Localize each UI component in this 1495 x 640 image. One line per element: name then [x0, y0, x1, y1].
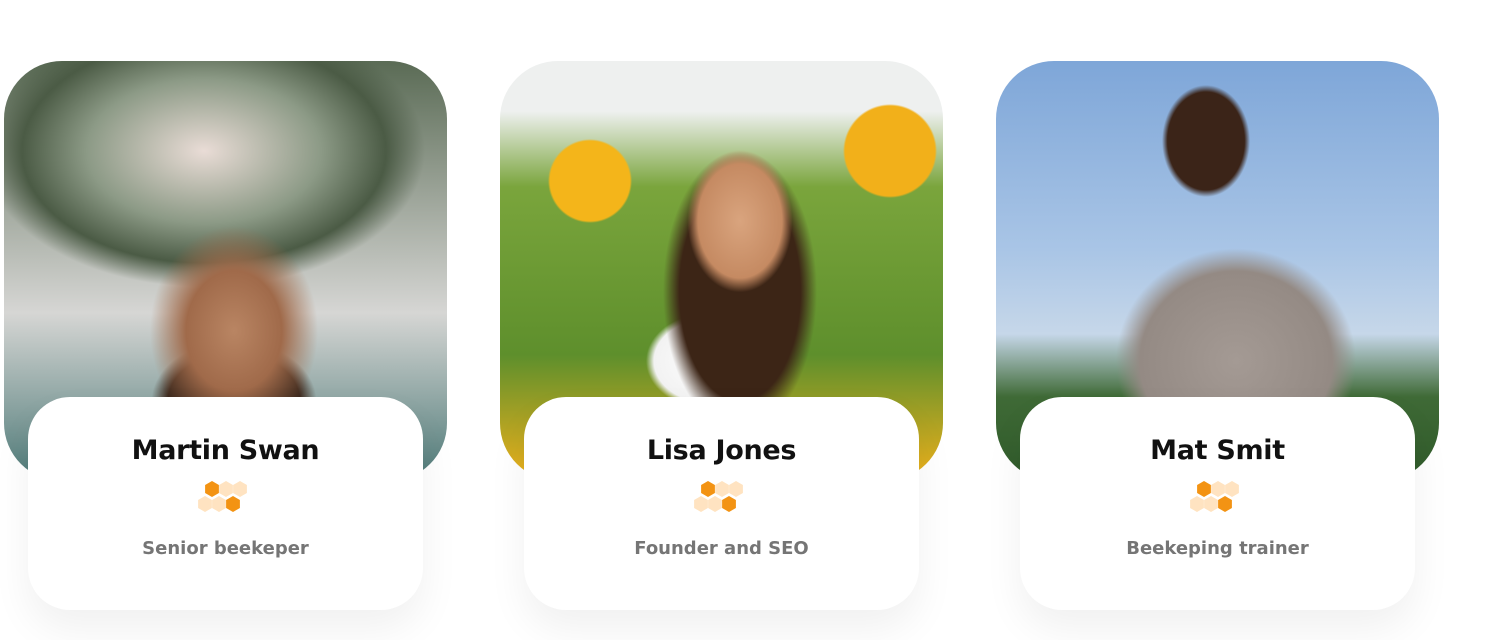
member-role: Founder and SEO	[634, 538, 809, 559]
member-name: Lisa Jones	[646, 435, 797, 466]
member-info: Mat Smit Beekeping trainer	[1020, 397, 1415, 610]
honeycomb-cell	[700, 481, 715, 497]
member-role: Beekeping trainer	[1126, 538, 1309, 559]
honeycomb-cell	[1196, 481, 1211, 497]
honeycomb-cell	[1203, 496, 1218, 512]
member-role: Senior beekeper	[142, 538, 309, 559]
honeycomb-cell	[721, 496, 736, 512]
honeycomb-cell	[693, 496, 708, 512]
honeycomb-cell	[232, 481, 247, 497]
honeycomb-cell	[714, 481, 729, 497]
honeycomb-cell	[225, 496, 240, 512]
member-name: Martin Swan	[131, 435, 320, 466]
honeycomb-cell	[707, 496, 722, 512]
honeycomb-icon	[693, 481, 743, 512]
honeycomb-cell	[1210, 481, 1225, 497]
honeycomb-cell	[728, 481, 743, 497]
member-name: Mat Smit	[1150, 435, 1285, 466]
honeycomb-icon	[197, 481, 247, 512]
member-info: Martin Swan Senior beekeper	[28, 397, 423, 610]
team-member-card: Martin Swan Senior beekeper	[4, 61, 447, 611]
honeycomb-cell	[1217, 496, 1232, 512]
member-info: Lisa Jones Founder and SEO	[524, 397, 919, 610]
honeycomb-icon	[1189, 481, 1239, 512]
honeycomb-cell	[197, 496, 212, 512]
team-member-card: Lisa Jones Founder and SEO	[500, 61, 943, 611]
honeycomb-cell	[218, 481, 233, 497]
honeycomb-cell	[211, 496, 226, 512]
honeycomb-cell	[204, 481, 219, 497]
team-member-card: Mat Smit Beekeping trainer	[996, 61, 1439, 611]
honeycomb-cell	[1224, 481, 1239, 497]
honeycomb-cell	[1189, 496, 1204, 512]
